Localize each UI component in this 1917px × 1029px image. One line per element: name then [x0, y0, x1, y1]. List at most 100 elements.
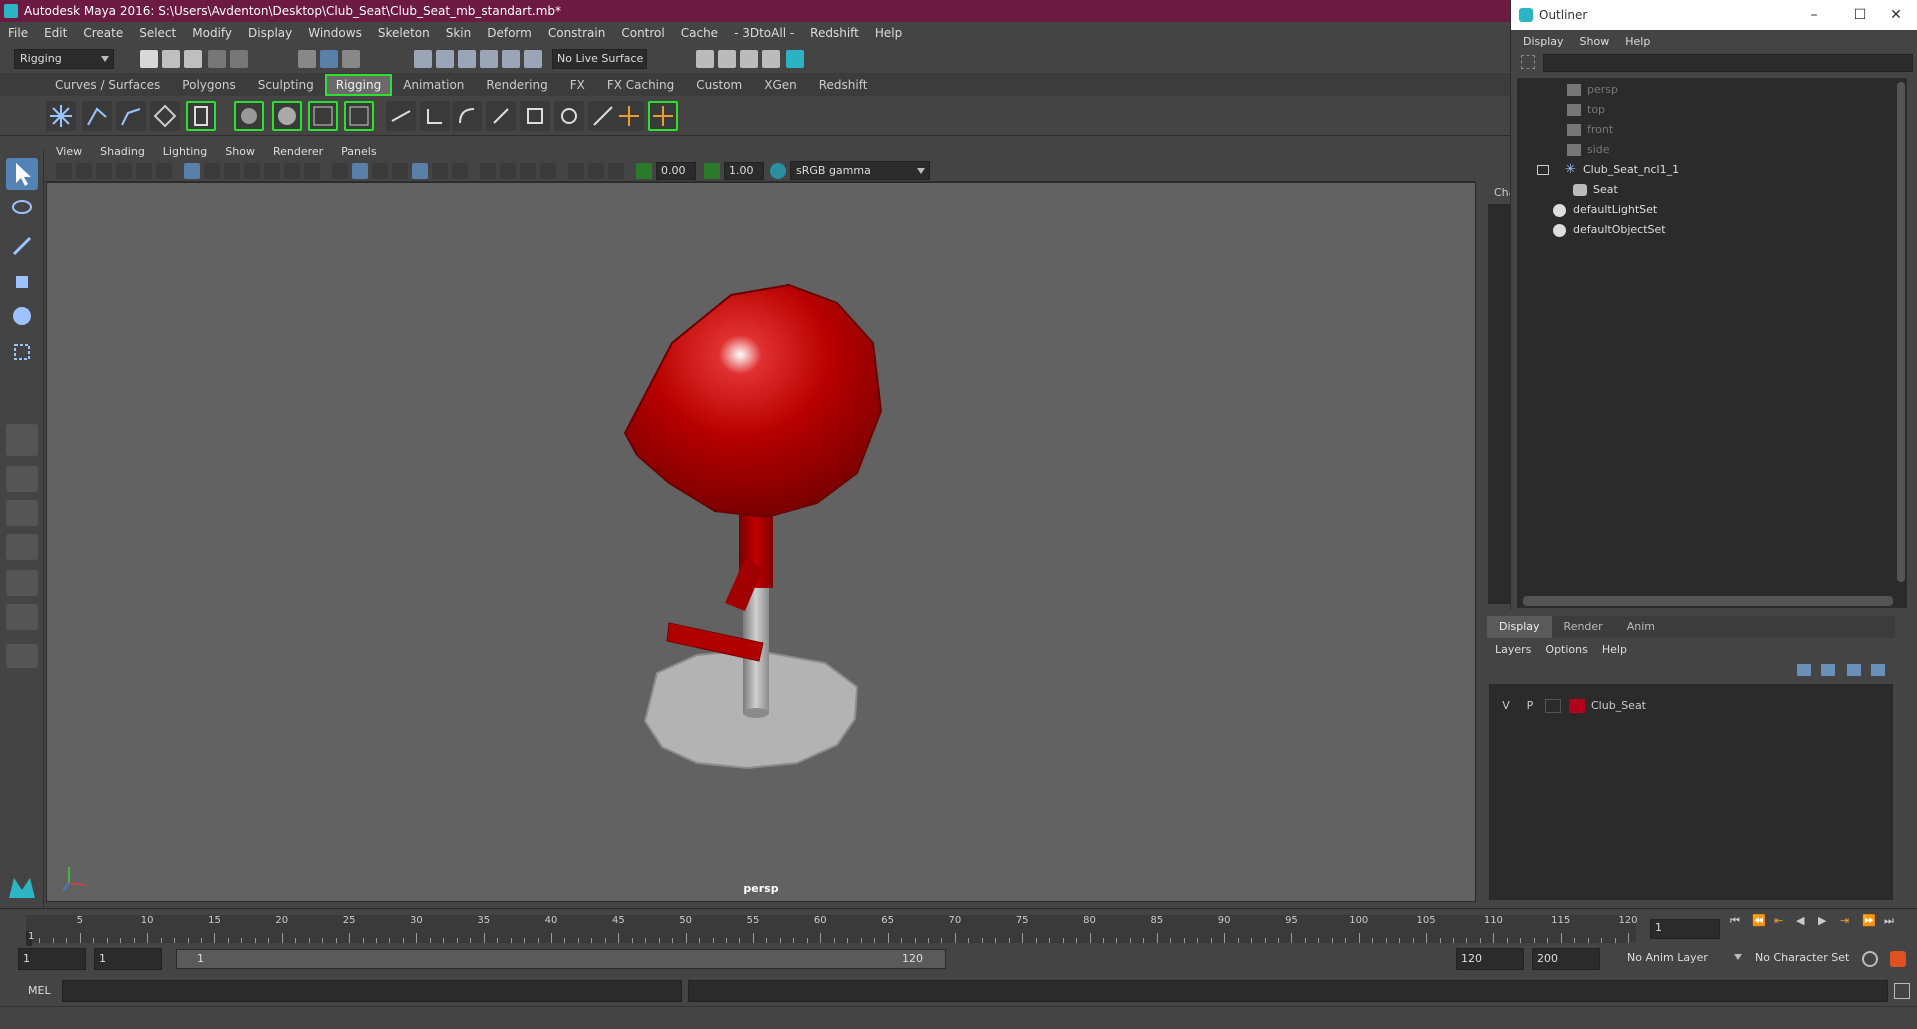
- lattice-icon[interactable]: [344, 101, 374, 131]
- rotate-tool-icon[interactable]: [6, 300, 38, 332]
- camera-select-icon[interactable]: [56, 163, 72, 179]
- layout-hypershade-icon[interactable]: [6, 570, 38, 596]
- render-settings-icon[interactable]: [696, 50, 714, 68]
- shelf-tab-fx[interactable]: FX: [559, 74, 596, 96]
- outliner-vertical-scrollbar[interactable]: [1897, 82, 1905, 582]
- layout-four-icon[interactable]: [6, 466, 38, 492]
- lasso-tool-icon[interactable]: [6, 194, 38, 226]
- layer-type-toggle[interactable]: [1545, 699, 1561, 713]
- outliner-item-side[interactable]: side: [1567, 140, 1610, 160]
- outliner-filter-icon[interactable]: [1521, 55, 1535, 69]
- layer-tab-anim[interactable]: Anim: [1615, 616, 1667, 638]
- shelf-tab-fx-caching[interactable]: FX Caching: [596, 74, 685, 96]
- new-layer-selected-icon[interactable]: [1871, 664, 1885, 676]
- pole-vector-icon[interactable]: [554, 101, 584, 131]
- outliner-item-default-object-set[interactable]: defaultObjectSet: [1553, 220, 1666, 240]
- xray-icon[interactable]: [500, 163, 516, 179]
- 2d-pan-icon[interactable]: [136, 163, 152, 179]
- layout-side-icon[interactable]: [6, 500, 38, 526]
- menu-skin[interactable]: Skin: [446, 26, 472, 40]
- shelf-tab-xgen[interactable]: XGen: [753, 74, 808, 96]
- xray-components-icon[interactable]: [540, 163, 556, 179]
- ik-spline-icon[interactable]: [116, 101, 146, 131]
- auto-key-icon[interactable]: [1862, 951, 1878, 967]
- panel-menu-show[interactable]: Show: [225, 145, 255, 158]
- textured-icon[interactable]: [412, 163, 428, 179]
- collapse-icon[interactable]: [1537, 165, 1549, 175]
- current-frame-field[interactable]: 1: [1650, 919, 1720, 939]
- hypershade-icon[interactable]: [786, 50, 804, 68]
- layout-persp-graph-icon[interactable]: [6, 534, 38, 560]
- layout-outliner-icon[interactable]: [6, 604, 38, 630]
- film-gate-icon[interactable]: [204, 163, 220, 179]
- shelf-menu-handle[interactable]: [0, 74, 44, 96]
- smooth-bind-icon[interactable]: [272, 101, 302, 131]
- resolution-gate-icon[interactable]: [224, 163, 240, 179]
- close-button[interactable]: ✕: [1873, 0, 1917, 30]
- panel-menu-view[interactable]: View: [56, 145, 82, 158]
- outliner-menu-help[interactable]: Help: [1625, 35, 1650, 48]
- animation-prefs-icon[interactable]: [1890, 951, 1906, 967]
- orient-constraint-icon[interactable]: [452, 101, 482, 131]
- go-to-end-icon[interactable]: ⏭: [1884, 914, 1898, 928]
- range-slider[interactable]: 1 120: [176, 949, 946, 969]
- redo-icon[interactable]: [230, 50, 248, 68]
- select-object-icon[interactable]: [320, 50, 338, 68]
- menu-control[interactable]: Control: [621, 26, 664, 40]
- layer-tab-display[interactable]: Display: [1487, 616, 1552, 638]
- layer-tab-render[interactable]: Render: [1552, 616, 1615, 638]
- step-back-frame-icon[interactable]: ⇤: [1774, 914, 1788, 928]
- select-hierarchy-icon[interactable]: [298, 50, 316, 68]
- command-input[interactable]: [62, 980, 682, 1002]
- menu-edit[interactable]: Edit: [44, 26, 67, 40]
- layer-menu-layers[interactable]: Layers: [1495, 643, 1531, 656]
- render-frame-icon[interactable]: [718, 50, 736, 68]
- shelf-tab-sculpting[interactable]: Sculpting: [247, 74, 325, 96]
- bind-skin-icon[interactable]: [234, 101, 264, 131]
- anim-layer-dropdown[interactable]: No Anim Layer: [1622, 948, 1746, 970]
- time-slider[interactable]: 5 10 15 20 25 30 35 40 45 50 55 60 65 70 75 80 85 90 95 100…: [0, 908, 1917, 947]
- menu-deform[interactable]: Deform: [487, 26, 532, 40]
- exposure-field[interactable]: 0.00: [656, 162, 696, 180]
- layer-color-swatch[interactable]: [1569, 699, 1585, 713]
- exposure-icon[interactable]: [636, 163, 652, 179]
- character-set-dropdown[interactable]: No Character Set: [1750, 948, 1858, 970]
- outliner-menu-show[interactable]: Show: [1580, 35, 1610, 48]
- joint-tool-icon[interactable]: [46, 101, 76, 131]
- shelf-tab-polygons[interactable]: Polygons: [171, 74, 246, 96]
- snap-point-icon[interactable]: [458, 50, 476, 68]
- outliner-item-top[interactable]: top: [1567, 100, 1605, 120]
- wireframe-on-shaded-icon[interactable]: [392, 163, 408, 179]
- field-chart-icon[interactable]: [264, 163, 280, 179]
- safe-title-icon[interactable]: [304, 163, 320, 179]
- shelf-tab-rigging[interactable]: Rigging: [324, 74, 393, 96]
- menu-display[interactable]: Display: [248, 26, 292, 40]
- playback-end-field[interactable]: 120: [1456, 948, 1524, 970]
- panel-menu-lighting[interactable]: Lighting: [163, 145, 207, 158]
- panel-menu-panels[interactable]: Panels: [341, 145, 376, 158]
- point-constraint-icon[interactable]: [420, 101, 450, 131]
- color-space-dropdown[interactable]: sRGB gamma: [790, 161, 930, 180]
- panel-menu-shading[interactable]: Shading: [100, 145, 145, 158]
- shadows-icon[interactable]: [452, 163, 468, 179]
- command-language-label[interactable]: MEL: [28, 984, 51, 997]
- parent-constraint-icon[interactable]: [386, 101, 416, 131]
- shelf-tab-redshift[interactable]: Redshift: [808, 74, 879, 96]
- select-component-icon[interactable]: [342, 50, 360, 68]
- shelf-tab-rendering[interactable]: Rendering: [475, 74, 558, 96]
- menu-help[interactable]: Help: [875, 26, 902, 40]
- default-material-icon[interactable]: [372, 163, 388, 179]
- select-tool-icon[interactable]: [6, 158, 38, 190]
- menu-redshift[interactable]: Redshift: [810, 26, 859, 40]
- scale-tool-icon[interactable]: [6, 336, 38, 368]
- outliner-item-seat[interactable]: Seat: [1573, 180, 1618, 200]
- frame-selected-icon[interactable]: [608, 163, 624, 179]
- layer-menu-options[interactable]: Options: [1545, 643, 1587, 656]
- toolbox-more-icon[interactable]: [6, 644, 38, 668]
- gate-mask-icon[interactable]: [244, 163, 260, 179]
- wireframe-icon[interactable]: [332, 163, 348, 179]
- snap-view-icon[interactable]: [480, 50, 498, 68]
- isolate-select-icon[interactable]: [480, 163, 496, 179]
- grid-icon[interactable]: [184, 163, 200, 179]
- safe-action-icon[interactable]: [284, 163, 300, 179]
